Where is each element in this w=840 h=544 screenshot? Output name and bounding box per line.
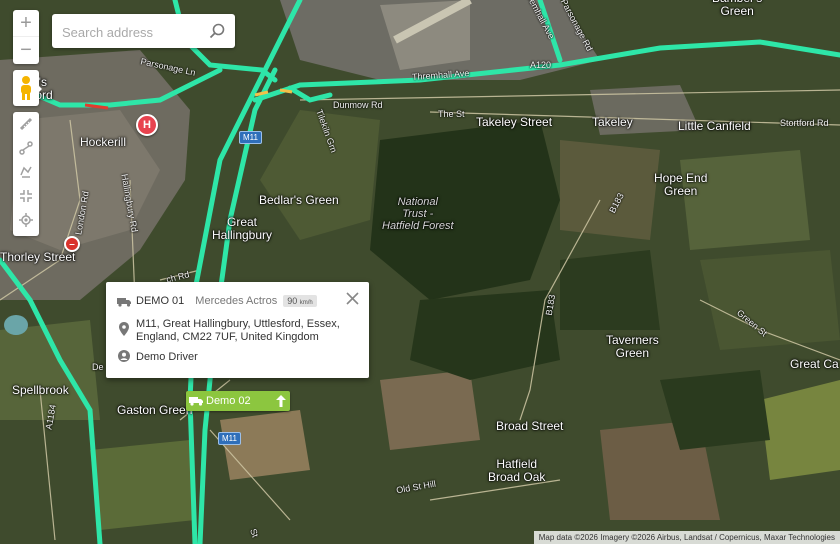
place-label-bedlars-green: Bedlar's Green — [259, 193, 339, 207]
satellite-imagery — [0, 0, 840, 544]
place-label-hatfield-forest: National Trust - Hatfield Forest — [382, 196, 454, 233]
road-label-dunmow-rd: Dunmow Rd — [333, 100, 383, 110]
truck-icon — [189, 397, 203, 406]
vehicle-tag-label: Demo 02 — [206, 395, 251, 407]
ruler-icon[interactable] — [13, 112, 39, 136]
street-view-expand-arrow-icon[interactable] — [38, 85, 42, 93]
road-label-a120: A120 — [530, 60, 552, 70]
place-label-thorley-street: Thorley Street — [0, 250, 76, 264]
place-label-little-canfield: Little Canfield — [678, 119, 751, 133]
vehicle-tag-demo-02[interactable]: Demo 02 — [186, 391, 290, 411]
place-label-bambers-green: Bamber's Green — [712, 0, 762, 19]
map-tools-panel — [13, 112, 39, 236]
place-label-great-canfield: Great Ca — [790, 357, 839, 371]
road-label-de: De — [92, 362, 104, 372]
road-label-stortford-rd: Stortford Rd — [780, 118, 829, 128]
hospital-marker-icon[interactable]: H — [136, 114, 158, 136]
place-label-gaston-green: Gaston Green — [117, 403, 193, 417]
place-label-taverners-green: Taverners Green — [606, 333, 659, 361]
search-input[interactable] — [60, 21, 204, 43]
place-label-spellbrook: Spellbrook — [12, 383, 69, 397]
route-icon[interactable] — [13, 136, 39, 160]
map-view[interactable]: p's ford Hockerill Thorley Street Bedlar… — [0, 0, 840, 544]
search-icon[interactable] — [209, 23, 225, 39]
zoom-controls: + − — [13, 10, 39, 64]
road-shield-m11-south: M11 — [218, 432, 241, 445]
driver-icon — [118, 350, 130, 362]
locate-icon[interactable] — [13, 208, 39, 232]
street-view-button[interactable] — [13, 70, 39, 106]
place-label-takeley: Takeley — [592, 115, 633, 129]
road-shield-m11-north: M11 — [239, 131, 262, 144]
popup-header: DEMO 01 Mercedes Actros 90 km/h — [117, 295, 317, 307]
speed-unit: km/h — [299, 300, 313, 306]
place-label-takeley-street: Takeley Street — [476, 115, 553, 129]
fit-bounds-icon[interactable] — [13, 184, 39, 208]
zoom-out-button[interactable]: − — [13, 36, 39, 64]
truck-icon — [117, 297, 131, 307]
address-search — [52, 14, 235, 48]
location-pin-icon — [119, 322, 129, 336]
close-icon[interactable] — [346, 292, 359, 305]
place-label-hatfield-broad-oak: Hatfield Broad Oak — [488, 457, 546, 485]
place-label-great-hallingbury: Great Hallingbury — [212, 215, 273, 243]
place-label-hockerill: Hockerill — [80, 135, 127, 149]
vehicle-model: Mercedes Actros — [195, 295, 278, 307]
vehicle-name: DEMO 01 — [136, 295, 185, 307]
speed-badge: 90 km/h — [283, 295, 317, 307]
speed-value: 90 — [287, 296, 298, 306]
road-label-the-st: The St — [438, 109, 465, 119]
map-attribution: Map data ©2026 Imagery ©2026 Airbus, Lan… — [533, 531, 840, 544]
vehicle-info-popup: DEMO 01 Mercedes Actros 90 km/h M11, Gre… — [106, 282, 369, 378]
heading-arrow-icon — [276, 395, 286, 407]
zoom-in-button[interactable]: + — [13, 10, 39, 36]
place-label-hope-end-green: Hope End Green — [654, 171, 708, 199]
pegman-icon — [21, 76, 31, 100]
no-entry-marker-icon[interactable]: – — [64, 236, 80, 252]
vehicle-address: M11, Great Hallingbury, Uttlesford, Esse… — [136, 318, 340, 343]
driver-name: Demo Driver — [136, 351, 198, 363]
draw-icon[interactable] — [13, 160, 39, 184]
place-label-broad-street: Broad Street — [496, 419, 564, 433]
